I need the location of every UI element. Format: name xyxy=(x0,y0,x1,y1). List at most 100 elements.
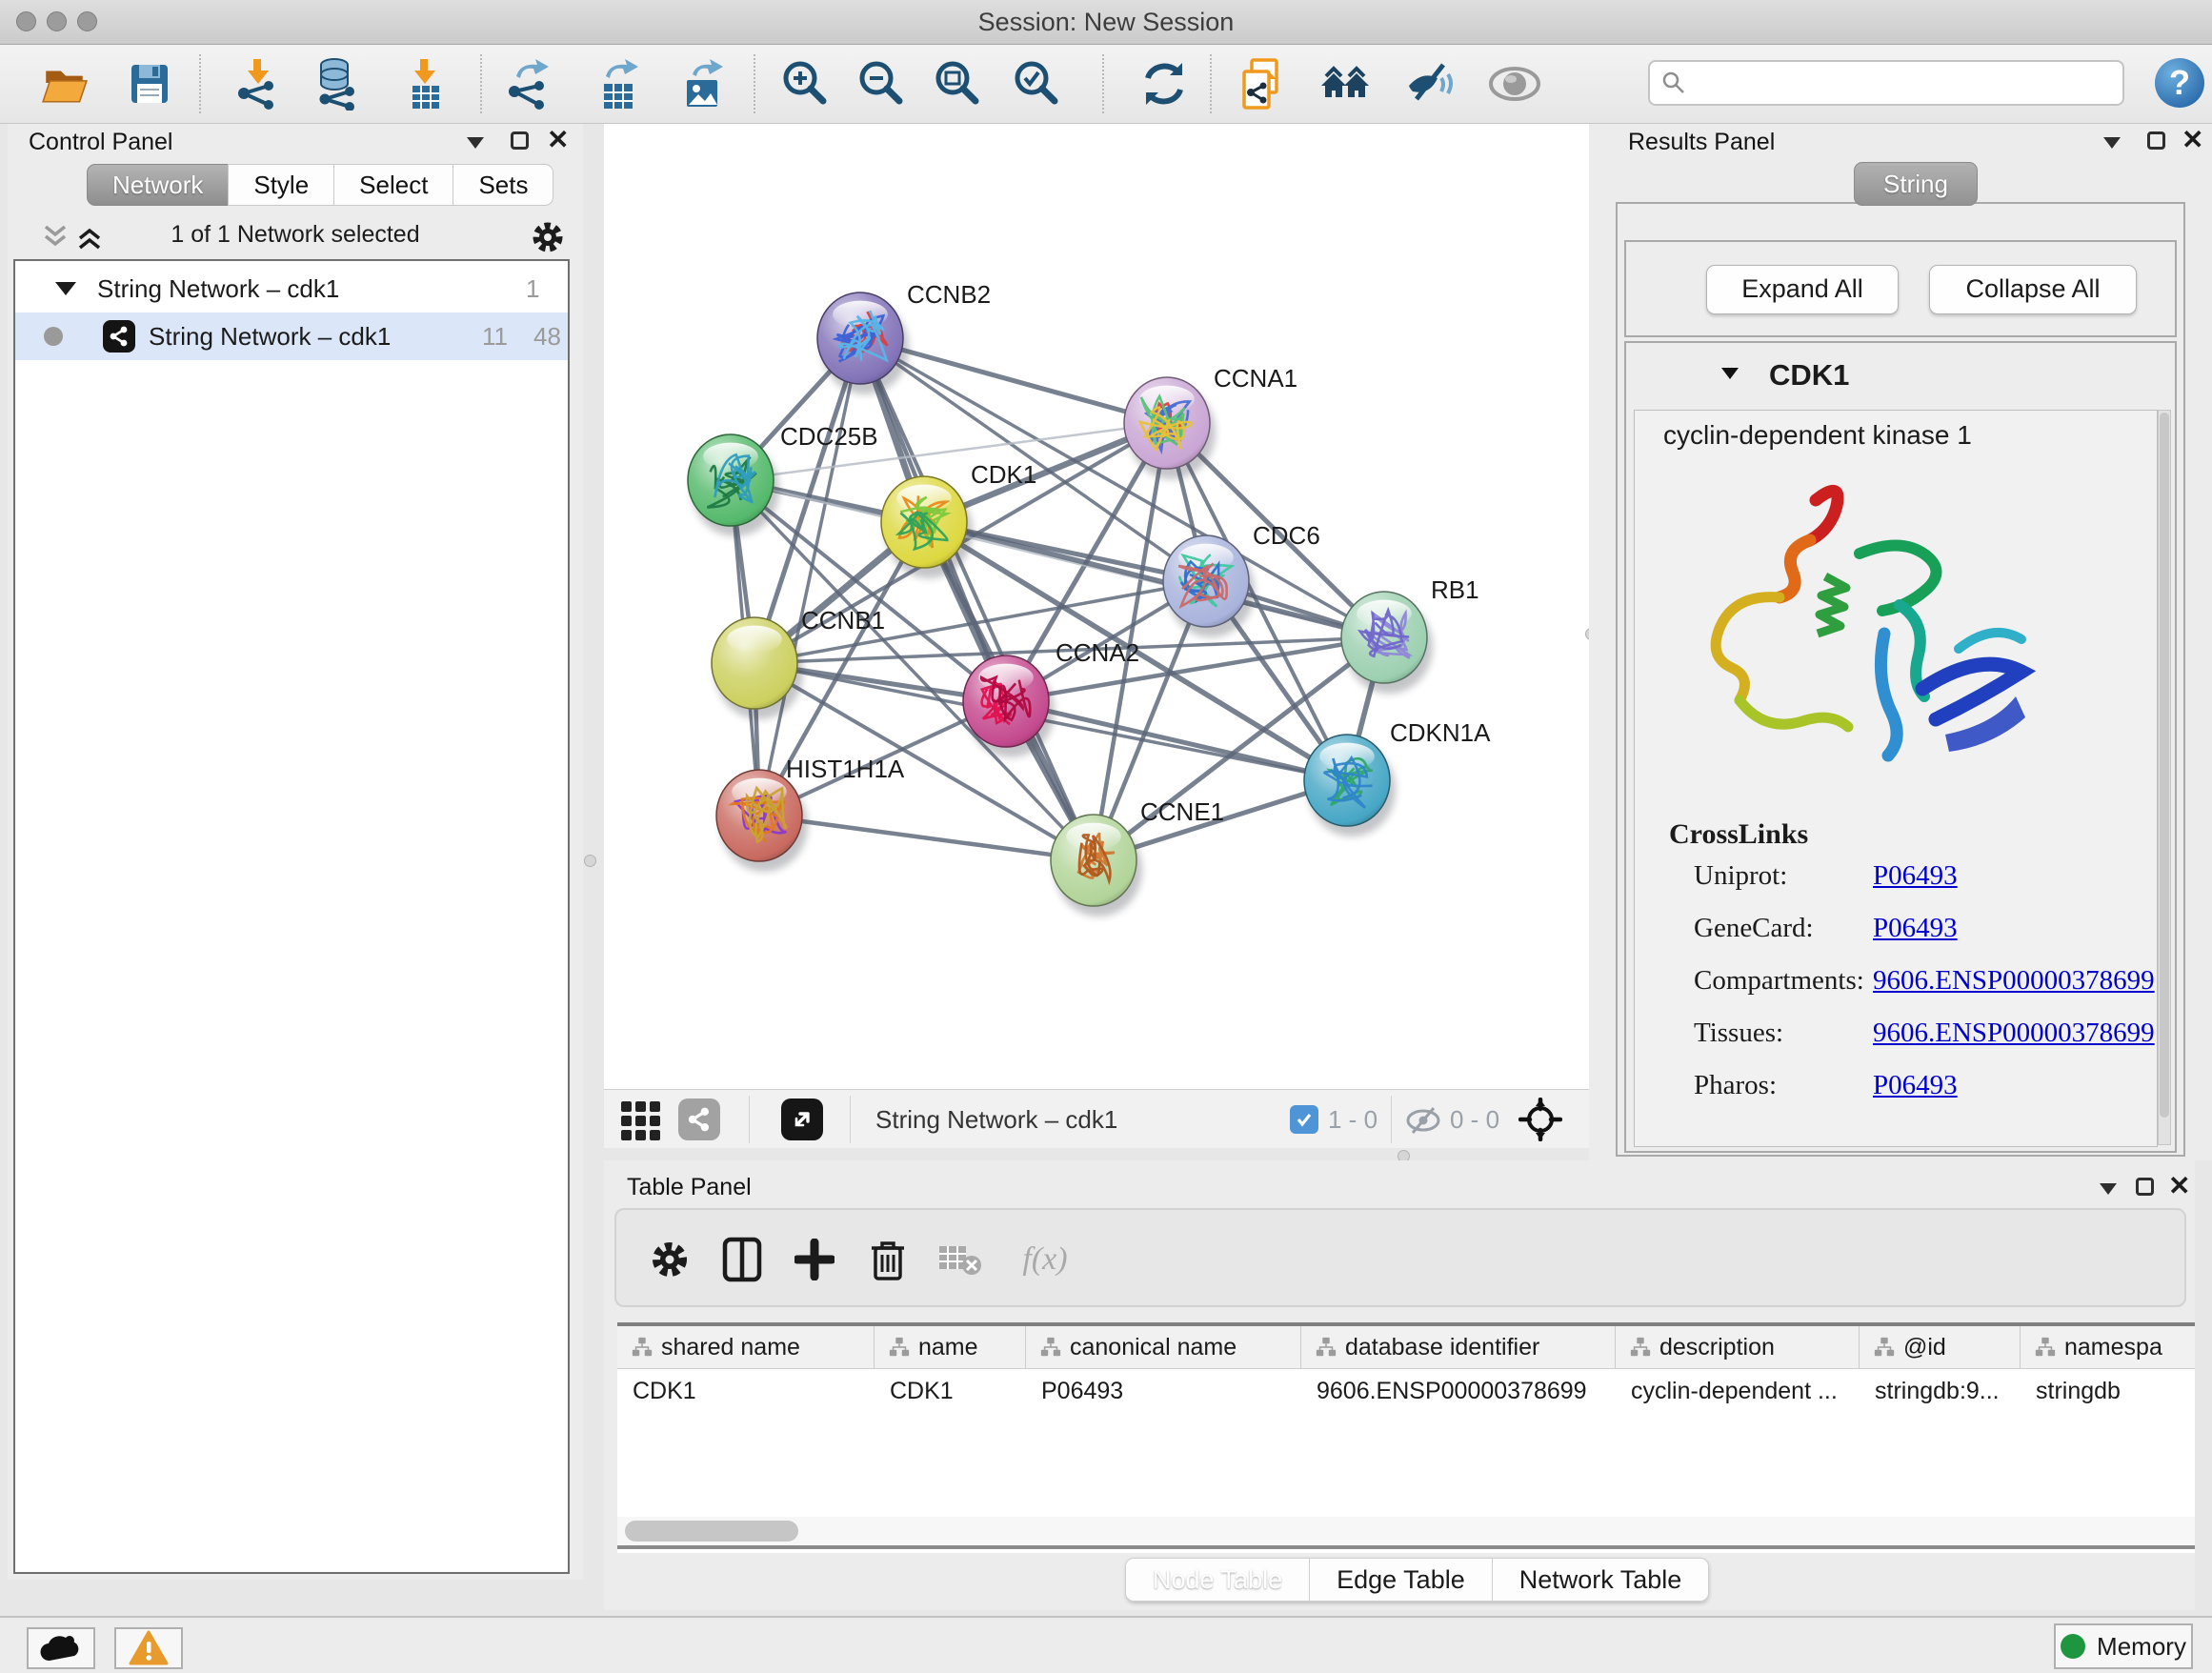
results-scrollbar[interactable] xyxy=(2158,410,2171,1145)
column-type-icon xyxy=(1629,1336,1652,1359)
open-in-window-icon[interactable] xyxy=(781,1099,823,1140)
node-CDKN1A[interactable] xyxy=(1304,735,1396,836)
tab-node-table[interactable]: Node Table xyxy=(1125,1558,1310,1602)
clone-network-button[interactable] xyxy=(1236,56,1289,111)
function-builder-button[interactable]: f(x) xyxy=(1002,1233,1088,1286)
column-header-canonical-name[interactable]: canonical name xyxy=(1026,1326,1301,1368)
float-panel-icon[interactable] xyxy=(2136,1178,2154,1196)
float-panel-icon[interactable] xyxy=(511,131,529,150)
column-type-icon xyxy=(1039,1336,1062,1359)
zoom-in-button[interactable] xyxy=(778,56,832,111)
float-panel-icon[interactable] xyxy=(2147,131,2165,150)
column-header-description[interactable]: description xyxy=(1616,1326,1860,1368)
node-CCNE1[interactable] xyxy=(1051,815,1142,917)
refresh-button[interactable] xyxy=(1137,56,1191,111)
memory-button[interactable]: Memory xyxy=(2054,1623,2193,1669)
crosslink-link[interactable]: P06493 xyxy=(1873,913,1958,943)
expand-all-button[interactable]: Expand All xyxy=(1706,265,1899,314)
tab-string[interactable]: String xyxy=(1854,162,1978,206)
column-header-id[interactable]: @id xyxy=(1860,1326,2021,1368)
toggle-columns-button[interactable] xyxy=(715,1233,769,1286)
column-header-name[interactable]: name xyxy=(875,1326,1026,1368)
column-header-database-identifier[interactable]: database identifier xyxy=(1301,1326,1616,1368)
collapse-panel-icon[interactable] xyxy=(2100,1183,2117,1195)
gear-icon[interactable] xyxy=(530,219,566,255)
import-table-button[interactable] xyxy=(398,56,452,111)
close-panel-icon[interactable]: ✕ xyxy=(2182,130,2203,151)
tab-style[interactable]: Style xyxy=(228,164,334,206)
window-title: Session: New Session xyxy=(0,0,2212,44)
help-button[interactable]: ? xyxy=(2155,58,2204,108)
node-CDC25B[interactable] xyxy=(688,434,779,536)
edge-CCNA2-CDKN1A[interactable] xyxy=(1006,701,1347,780)
grid-view-icon[interactable] xyxy=(619,1099,663,1141)
results-scrollbar-thumb[interactable] xyxy=(2160,413,2169,1118)
table-row[interactable]: CDK1CDK1P064939606.ENSP00000378699cyclin… xyxy=(617,1369,2195,1413)
node-CCNB2[interactable] xyxy=(817,292,909,394)
network-collection-row[interactable]: String Network – cdk1 1 xyxy=(15,265,568,312)
welcome-screen-button[interactable] xyxy=(1318,56,1372,111)
crosslink-row: GeneCard:P06493 xyxy=(1669,913,2155,965)
tab-edge-table[interactable]: Edge Table xyxy=(1309,1558,1493,1602)
tree-expand-icon[interactable] xyxy=(55,282,76,295)
add-column-button[interactable] xyxy=(788,1233,841,1286)
crosslink-link[interactable]: 9606.ENSP00000378699 xyxy=(1873,1018,2155,1048)
edge-CCNB2-HIST1H1A[interactable] xyxy=(759,338,860,816)
zoom-out-button[interactable] xyxy=(855,56,908,111)
column-header-namespace[interactable]: namespace xyxy=(2021,1326,2195,1368)
crosslinks-title: CrossLinks xyxy=(1669,818,2155,851)
tab-sets[interactable]: Sets xyxy=(452,164,553,206)
open-session-button[interactable] xyxy=(38,56,91,111)
selected-checkbox[interactable] xyxy=(1290,1105,1318,1134)
collapse-panel-icon[interactable] xyxy=(2103,137,2121,149)
network-graph[interactable]: CCNB2CCNA1CDC25BCDK1CDC6RB1CCNB1CCNA2CDK… xyxy=(604,124,1589,1089)
tab-select[interactable]: Select xyxy=(333,164,453,206)
close-panel-icon[interactable]: ✕ xyxy=(547,130,569,151)
table-horizontal-scrollbar[interactable] xyxy=(617,1517,2195,1549)
memory-status-dot xyxy=(2061,1634,2085,1659)
hide-graphics-details-button[interactable] xyxy=(1405,56,1458,111)
network-row-selected[interactable]: String Network – cdk1 11 48 xyxy=(15,312,568,360)
show-graphics-details-button[interactable] xyxy=(1488,56,1541,111)
section-collapse-icon[interactable] xyxy=(1721,368,1739,379)
search-input[interactable] xyxy=(1648,60,2124,106)
zoom-fit-button[interactable] xyxy=(931,56,984,111)
collection-count: 1 xyxy=(526,274,539,304)
node-CDK1[interactable] xyxy=(881,476,973,578)
save-session-button[interactable] xyxy=(123,56,176,111)
export-table-button[interactable] xyxy=(592,56,645,111)
network-icon xyxy=(103,320,135,353)
close-panel-icon[interactable]: ✕ xyxy=(2168,1176,2190,1197)
table-scrollbar-thumb[interactable] xyxy=(625,1521,798,1542)
delete-column-button[interactable] xyxy=(861,1233,915,1286)
network-share-icon[interactable] xyxy=(678,1099,720,1140)
network-canvas[interactable]: CCNB2CCNA1CDC25BCDK1CDC6RB1CCNB1CCNA2CDK… xyxy=(604,124,1589,1089)
node-HIST1H1A[interactable] xyxy=(716,770,808,872)
import-network-from-database-button[interactable] xyxy=(311,56,364,111)
export-network-button[interactable] xyxy=(502,56,555,111)
collapse-all-button[interactable]: Collapse All xyxy=(1929,265,2137,314)
warning-button[interactable] xyxy=(114,1627,183,1669)
node-label-CDC25B: CDC25B xyxy=(780,422,878,451)
table-settings-button[interactable] xyxy=(643,1233,696,1286)
import-network-button[interactable] xyxy=(231,56,285,111)
cloud-button[interactable] xyxy=(27,1627,95,1669)
crosslink-link[interactable]: 9606.ENSP00000378699 xyxy=(1873,965,2155,996)
node-CCNA1[interactable] xyxy=(1124,377,1216,479)
node-CDC6[interactable] xyxy=(1163,535,1255,637)
birdseye-navigator-icon[interactable] xyxy=(1518,1098,1562,1141)
crosslink-link[interactable]: P06493 xyxy=(1873,1070,1958,1100)
export-image-button[interactable] xyxy=(676,56,730,111)
node-RB1[interactable] xyxy=(1341,592,1433,694)
edge-HIST1H1A-CCNE1[interactable] xyxy=(759,816,1094,860)
left-splitter-grip[interactable] xyxy=(584,855,596,867)
gene-section-header[interactable]: CDK1 xyxy=(1626,343,2175,410)
tab-network[interactable]: Network xyxy=(87,164,229,206)
zoom-selected-button[interactable] xyxy=(1010,56,1063,111)
tab-network-table[interactable]: Network Table xyxy=(1492,1558,1710,1602)
node-CCNA2[interactable] xyxy=(963,655,1055,757)
crosslink-link[interactable]: P06493 xyxy=(1873,860,1958,891)
column-header-shared-name[interactable]: shared name xyxy=(617,1326,875,1368)
collapse-panel-icon[interactable] xyxy=(467,137,484,149)
delete-table-button[interactable] xyxy=(934,1233,987,1286)
